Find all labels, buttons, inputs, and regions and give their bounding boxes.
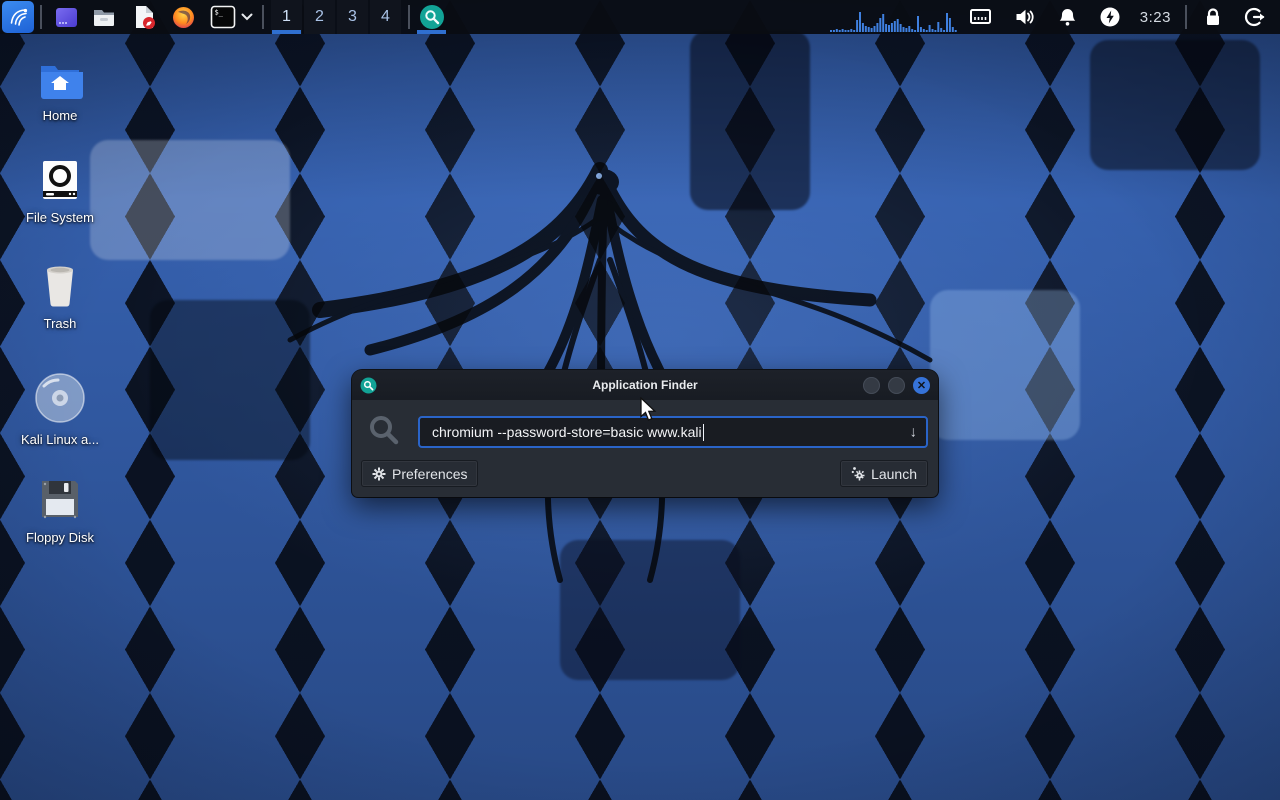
notifications-tray-item[interactable] (1058, 7, 1077, 28)
terminal-prompt-glyph: $_ (215, 9, 224, 17)
workspace-label: 3 (348, 8, 357, 26)
launch-label: Launch (871, 466, 917, 482)
text-editor-launcher[interactable] (129, 2, 159, 32)
maximize-button[interactable] (888, 377, 905, 394)
preferences-button[interactable]: Preferences (361, 460, 478, 487)
trash-icon (38, 262, 82, 308)
folder-icon (91, 4, 117, 30)
clock[interactable]: 3:23 (1140, 9, 1171, 26)
panel-separator (40, 5, 42, 29)
appearance-icon (54, 5, 79, 30)
desktop-icon-home[interactable]: Home (0, 60, 120, 123)
desktop-icon-floppy-disk[interactable]: Floppy Disk (0, 476, 120, 545)
terminal-launcher[interactable]: $_ (208, 2, 238, 32)
text-caret (703, 424, 705, 441)
workspace-label: 4 (381, 8, 390, 26)
desktop-icon-label: File System (0, 210, 120, 225)
desktop-icon-file-system[interactable]: File System (0, 158, 120, 225)
firefox-icon (171, 5, 196, 30)
launch-icon (851, 466, 865, 481)
bell-icon (1058, 7, 1077, 28)
taskbar-application-finder[interactable] (416, 0, 447, 34)
window-title: Application Finder (352, 378, 938, 392)
wallpaper-dark-cube (560, 540, 740, 680)
minimize-button[interactable] (863, 377, 880, 394)
file-manager-launcher[interactable] (89, 2, 119, 32)
appearance-launcher[interactable] (51, 2, 81, 32)
terminal-icon: $_ (210, 5, 236, 29)
application-finder-window: Application Finder ✕ chromium --password… (352, 370, 938, 497)
logout-icon (1244, 6, 1266, 28)
disc-icon (34, 372, 86, 424)
desktop-icon-trash[interactable]: Trash (0, 262, 120, 331)
desktop-icon-label: Home (0, 108, 120, 123)
panel-separator (262, 5, 264, 29)
history-dropdown-arrow-icon[interactable]: ↓ (910, 424, 918, 441)
desktop-icon-kali-linux[interactable]: Kali Linux a... (0, 372, 120, 447)
top-panel: $_ 1 2 3 4 (0, 0, 1280, 34)
application-finder-icon (419, 4, 445, 30)
network-tray-item[interactable] (969, 7, 992, 27)
kali-menu-button[interactable] (2, 1, 34, 33)
kali-logo-icon (6, 5, 30, 29)
terminal-dropdown-button[interactable] (238, 2, 256, 32)
wallpaper-dark-cube (150, 300, 310, 460)
search-icon (368, 414, 400, 446)
home-folder-icon (37, 60, 83, 100)
network-icon (969, 7, 992, 27)
power-manager-tray-item[interactable] (1099, 6, 1121, 28)
workspace-button-3[interactable]: 3 (337, 0, 368, 34)
firefox-launcher[interactable] (168, 2, 198, 32)
close-button[interactable]: ✕ (913, 377, 930, 394)
close-icon: ✕ (917, 379, 926, 392)
workspace-button-1[interactable]: 1 (271, 0, 302, 34)
titlebar[interactable]: Application Finder ✕ (352, 370, 938, 400)
desktop-icon-label: Floppy Disk (0, 530, 120, 545)
launch-button[interactable]: Launch (840, 460, 928, 487)
wallpaper-dark-cube (90, 140, 290, 260)
logout-button[interactable] (1244, 6, 1266, 28)
wallpaper-dark-cube (1090, 40, 1260, 170)
cpu-graph[interactable] (830, 2, 958, 32)
hard-drive-icon (38, 158, 82, 202)
lock-icon (1203, 6, 1223, 28)
volume-tray-item[interactable] (1014, 7, 1036, 27)
command-input[interactable]: chromium --password-store=basic www.kali… (418, 416, 928, 448)
panel-separator (1185, 5, 1187, 29)
desktop-icon-label: Trash (0, 316, 120, 331)
workspace-button-4[interactable]: 4 (370, 0, 401, 34)
chevron-down-icon (241, 13, 253, 21)
preferences-label: Preferences (392, 466, 467, 482)
power-bolt-icon (1099, 6, 1121, 28)
window-icon-application-finder (360, 377, 377, 394)
command-input-text: chromium --password-store=basic www.kali (432, 424, 702, 440)
wallpaper-glass-cube (930, 290, 1080, 440)
lock-screen-button[interactable] (1203, 6, 1223, 28)
volume-icon (1014, 7, 1036, 27)
workspace-button-2[interactable]: 2 (304, 0, 335, 34)
workspace-label: 2 (315, 8, 324, 26)
gear-icon (372, 467, 386, 481)
desktop-icon-label: Kali Linux a... (0, 432, 120, 447)
floppy-disk-icon (37, 476, 83, 522)
wallpaper-dark-cube (690, 30, 810, 210)
mouse-cursor (638, 397, 660, 423)
panel-separator (408, 5, 410, 29)
text-editor-icon (132, 4, 157, 30)
workspace-label: 1 (282, 8, 291, 26)
